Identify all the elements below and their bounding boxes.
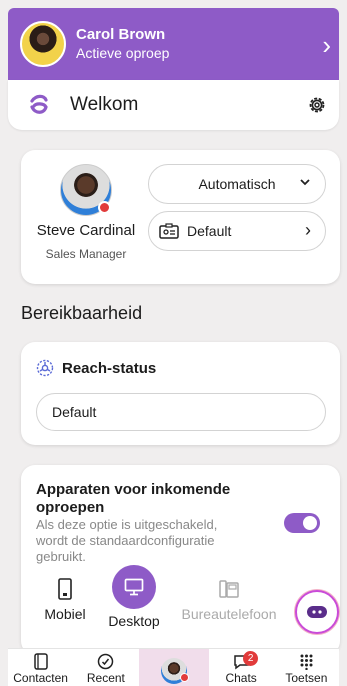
bottom-navigation: Contacten Recent 2 Chats Toetsen — [8, 648, 339, 686]
device-option-desktop[interactable]: Desktop — [105, 565, 163, 629]
desk-phone-icon — [219, 580, 239, 598]
presence-mode-dropdown[interactable]: Automatisch — [148, 164, 326, 204]
gear-icon[interactable] — [307, 95, 327, 115]
reach-status-card: Reach-status Default — [21, 342, 340, 445]
nav-item-toetsen[interactable]: Toetsen — [274, 649, 339, 686]
caller-avatar — [20, 21, 66, 67]
app-logo-icon — [30, 94, 48, 114]
device-option-mobile[interactable]: Mobiel — [41, 578, 89, 622]
section-title: Bereikbaarheid — [21, 303, 143, 323]
nav-label: Contacten — [13, 671, 68, 685]
chat-bubble-icon — [307, 606, 327, 618]
device-profile-value: Default — [187, 223, 232, 239]
chats-unread-badge: 2 — [243, 651, 259, 666]
reach-status-title: Reach-status — [62, 359, 157, 377]
profile-card: Steve Cardinal Sales Manager Automatisch… — [21, 150, 340, 284]
user-name: Steve Cardinal — [36, 222, 136, 239]
chevron-down-icon — [299, 175, 311, 191]
device-option-label: Bureautelefoon — [181, 606, 277, 622]
nav-item-recent[interactable]: Recent — [73, 649, 138, 686]
presence-status-icon — [179, 673, 189, 682]
chevron-right-icon: › — [305, 220, 311, 240]
nav-item-chats[interactable]: 2 Chats — [209, 649, 274, 686]
caller-name: Carol Brown — [76, 26, 166, 43]
contacts-book-icon — [33, 653, 48, 670]
device-option-label: Desktop — [108, 613, 160, 629]
toggle-knob — [303, 516, 317, 530]
device-option-selected-indicator — [112, 565, 156, 609]
nav-item-contacten[interactable]: Contacten — [8, 649, 73, 686]
devices-description: Als deze optie is uitgeschakeld, wordt d… — [36, 517, 218, 564]
presence-mode-value: Automatisch — [198, 176, 276, 192]
nav-label: Chats — [225, 671, 257, 685]
devices-title: Apparaten voor inkomende oproepen — [36, 481, 231, 516]
assistant-floating-button[interactable] — [295, 590, 339, 634]
presence-status-icon — [98, 201, 111, 214]
device-profile-selector[interactable]: Default › — [148, 211, 326, 251]
nav-item-profile[interactable] — [138, 649, 209, 686]
mobile-phone-icon — [58, 578, 72, 600]
reach-status-field[interactable]: Default — [36, 393, 326, 431]
clock-icon — [98, 653, 114, 670]
incoming-call-devices-card: Apparaten voor inkomende oproepen Als de… — [21, 465, 340, 655]
devices-toggle[interactable] — [284, 513, 320, 533]
desktop-monitor-icon — [124, 578, 144, 596]
chevron-right-icon[interactable]: › — [322, 30, 331, 61]
user-role: Sales Manager — [45, 247, 127, 261]
device-option-desk-phone[interactable]: Bureautelefoon — [179, 578, 279, 622]
nav-label: Recent — [86, 671, 125, 685]
dialpad-icon — [300, 654, 313, 670]
device-option-label: Mobiel — [44, 606, 86, 622]
call-status: Actieve oproep — [76, 45, 170, 61]
page-title: Welkom — [70, 94, 139, 115]
app-header: Welkom — [8, 80, 339, 130]
reach-status-icon — [36, 359, 54, 377]
active-call-banner[interactable]: Carol Brown Actieve oproep › — [8, 8, 339, 80]
id-card-icon — [159, 223, 179, 239]
nav-label: Toetsen — [285, 671, 328, 685]
